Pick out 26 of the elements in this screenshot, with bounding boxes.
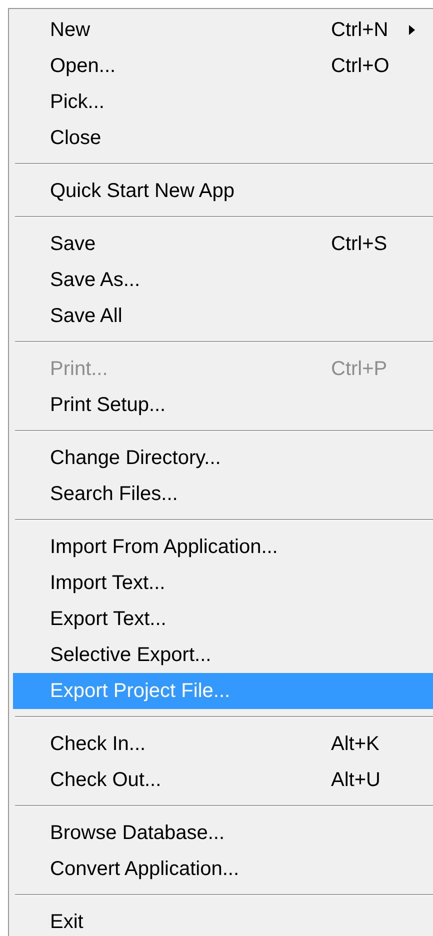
menu-item[interactable]: Close xyxy=(13,120,433,156)
menu-item[interactable]: Search Files... xyxy=(13,476,433,512)
menu-item[interactable]: Pick... xyxy=(13,84,433,120)
menu-item[interactable]: Print Setup... xyxy=(13,387,433,423)
shortcut-label: Alt+U xyxy=(331,768,380,792)
menu-item[interactable]: Quick Start New App xyxy=(13,173,433,209)
shortcut-label: Alt+K xyxy=(331,732,380,756)
menu-item[interactable]: Selective Export... xyxy=(13,637,433,673)
menu-item[interactable]: Check In... Alt+K xyxy=(13,726,433,762)
menu-item[interactable]: Change Directory... xyxy=(13,440,433,476)
shortcut-label: Ctrl+P xyxy=(331,358,388,380)
menu-item[interactable]: Import From Application... xyxy=(13,529,433,565)
menu-item[interactable]: Save Ctrl+S xyxy=(13,226,433,262)
menu-item[interactable]: New Ctrl+N xyxy=(13,12,433,48)
menu-item[interactable]: Save As... xyxy=(13,262,433,298)
menu-item[interactable]: Browse Database... xyxy=(13,815,433,851)
menu-item[interactable]: Import Text... xyxy=(13,565,433,601)
menu-item[interactable]: Exit xyxy=(13,904,433,936)
menu-item[interactable]: Check Out... Alt+U xyxy=(13,762,433,798)
menu-item[interactable]: Save All xyxy=(13,298,433,334)
shortcut-label: Ctrl+N xyxy=(331,18,388,42)
menu-item[interactable]: Open... Ctrl+O xyxy=(13,48,433,84)
shortcut-label: Ctrl+S xyxy=(331,232,388,256)
menu-item[interactable]: Export Text... xyxy=(13,601,433,637)
menu-item[interactable]: Convert Application... xyxy=(13,851,433,887)
shortcut-label: Ctrl+O xyxy=(331,54,390,78)
